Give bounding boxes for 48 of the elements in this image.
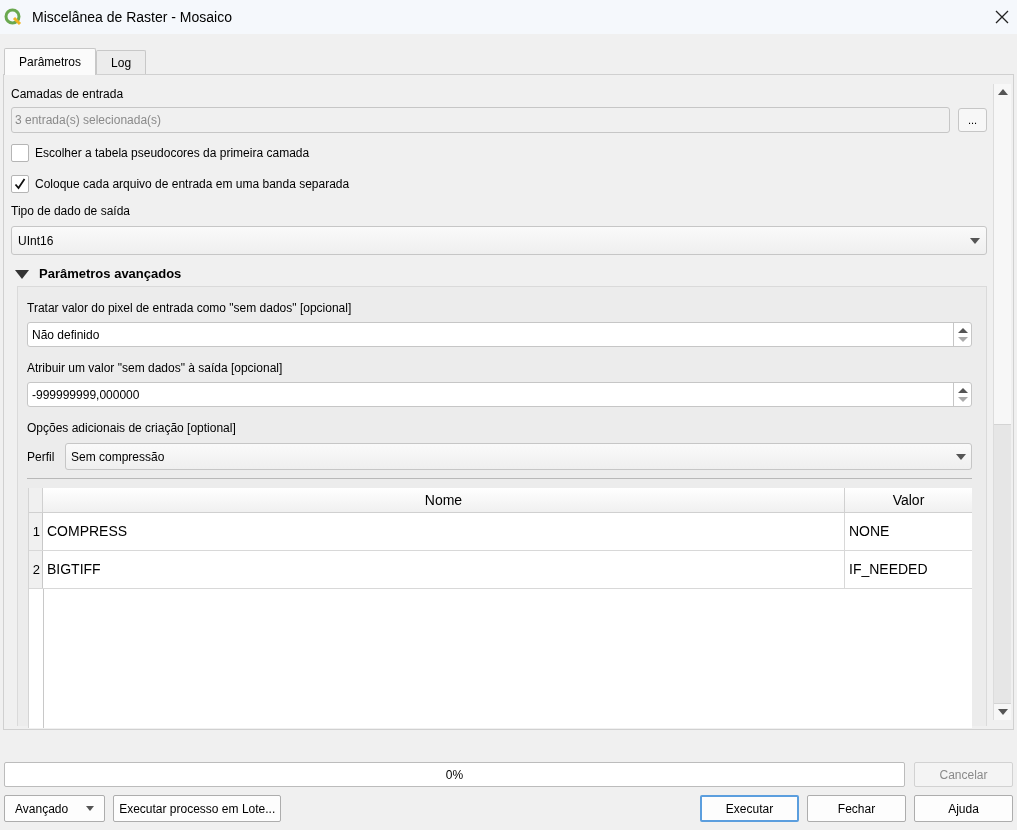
checkbox[interactable] (11, 175, 29, 193)
tab[interactable]: Parâmetros (4, 48, 97, 75)
dialog-button[interactable]: Fechar (807, 795, 906, 822)
profile-label: Perfil (27, 448, 56, 466)
checkbox[interactable] (11, 144, 29, 162)
scrollbar-thumb[interactable] (994, 424, 1011, 704)
caret-icon (86, 806, 95, 811)
caret-icon (970, 237, 980, 244)
field-label: Atribuir um valor "sem dados" à saída [opcional] (27, 360, 284, 377)
table-cell-text: IF_NEEDED (848, 560, 929, 579)
checkbox-label: Escolher a tabela pseudocores da primeira camada (35, 145, 310, 162)
dialog-button[interactable]: Executar (700, 795, 799, 822)
spin-box-field[interactable]: Não definido (27, 322, 972, 347)
column-header[interactable]: Valor (845, 488, 972, 512)
spin-arrows-icon[interactable] (953, 323, 971, 346)
table-cell: COMPRESS (43, 513, 845, 550)
spin-arrows-icon[interactable] (953, 383, 971, 406)
close-icon[interactable] (995, 10, 1009, 24)
spin-box-field[interactable]: -999999999,000000 (27, 382, 972, 407)
field-label: Camadas de entrada (11, 86, 125, 103)
expand-triangle-icon[interactable] (15, 269, 29, 279)
app-logo-icon (4, 8, 22, 26)
batch-button[interactable]: Executar processo em Lote... (113, 795, 282, 822)
checkbox-label: Coloque cada arquivo de entrada em uma banda separada (35, 176, 350, 193)
advanced-menu-button[interactable]: Avançado (4, 795, 106, 822)
vertical-scrollbar[interactable] (993, 84, 1011, 720)
dropdown-value: UInt16 (18, 232, 55, 250)
caret-icon (956, 453, 966, 460)
field-label: Tratar valor do pixel de entrada como "sem dados" [opcional] (27, 300, 353, 317)
dropdown-value: Sem compressão (71, 448, 166, 466)
window-title: Miscelânea de Raster - Mosaico (32, 7, 232, 27)
row-number: 1 (29, 513, 43, 550)
row-number: 2 (29, 551, 43, 588)
dialog-button[interactable]: Ajuda (914, 795, 1013, 822)
field-value: -999999999,000000 (31, 386, 141, 404)
profile-dropdown[interactable]: Sem compressão (65, 443, 972, 470)
tab[interactable]: Log (96, 50, 147, 74)
field-value: Não definido (31, 326, 101, 344)
output-type-dropdown[interactable]: UInt16 (11, 226, 987, 255)
table-cell: BIGTIFF (43, 551, 845, 588)
scroll-up-arrow-icon[interactable] (997, 89, 1008, 95)
progress-text: 0% (444, 766, 465, 784)
section-header[interactable]: Parâmetros avançados (39, 264, 182, 284)
scroll-down-arrow-icon[interactable] (997, 709, 1008, 715)
field-label: Opções adicionais de criação [optional] (27, 420, 237, 437)
table-cell-text: NONE (848, 522, 891, 541)
column-header[interactable]: Nome (43, 488, 845, 512)
field-label: Tipo de dado de saída (11, 203, 131, 220)
